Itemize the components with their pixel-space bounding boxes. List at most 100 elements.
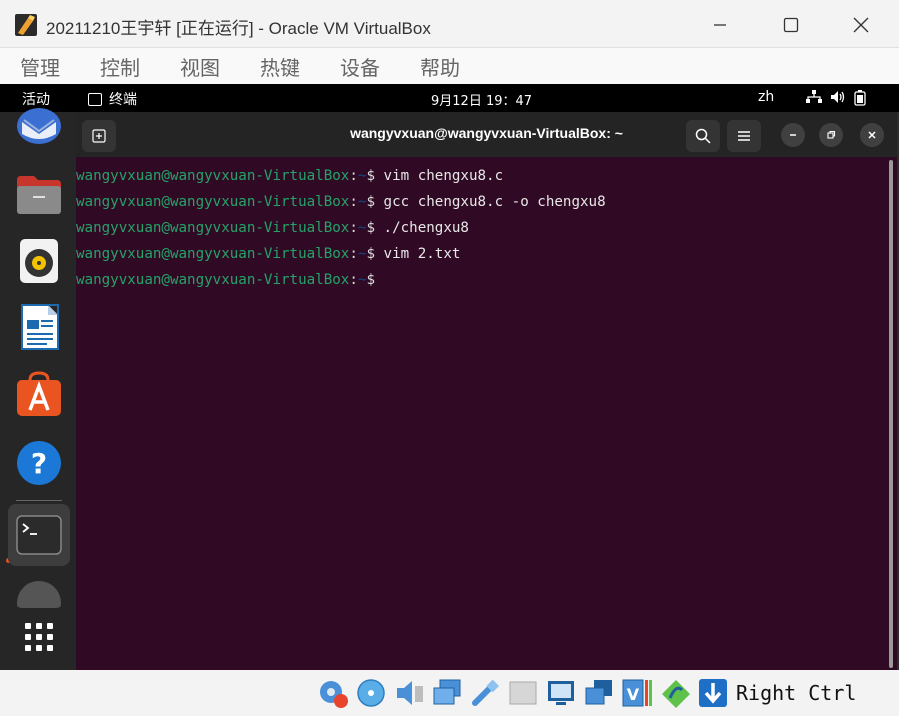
minimize-icon xyxy=(790,134,796,136)
prompt-separator: : xyxy=(349,272,358,288)
terminal-line: wangyvxuan@wangyvxuan-VirtualBox:~$ gcc … xyxy=(76,189,886,215)
menu-help[interactable]: 帮助 xyxy=(420,52,460,81)
dock-rhythmbox[interactable] xyxy=(14,236,64,286)
prompt-symbol: $ xyxy=(366,220,384,236)
close-button[interactable] xyxy=(836,8,886,42)
dock-show-apps[interactable] xyxy=(14,612,64,662)
search-icon xyxy=(695,128,711,144)
dock-app-center[interactable] xyxy=(14,370,64,420)
network-adapter-icon[interactable] xyxy=(432,678,462,708)
prompt-user-host: wangyvxuan@wangyvxuan-VirtualBox xyxy=(76,246,350,262)
maximize-icon xyxy=(783,17,799,33)
dock-libreoffice-writer[interactable] xyxy=(14,302,64,352)
menu-manage[interactable]: 管理 xyxy=(20,52,60,81)
show-apps-icon xyxy=(25,623,53,651)
guest-display[interactable]: 活动 终端 9月12日 19：47 zh ? wangyvxuan@wangyv… xyxy=(0,84,899,670)
terminal-icon xyxy=(16,515,62,555)
volume-icon xyxy=(831,91,845,103)
svg-text:V: V xyxy=(627,685,640,704)
menu-view[interactable]: 视图 xyxy=(180,52,220,81)
prompt-separator: : xyxy=(349,220,358,236)
thunderbird-icon xyxy=(17,108,61,144)
prompt-symbol: $ xyxy=(366,246,384,262)
minimize-button[interactable] xyxy=(695,8,745,42)
ubuntu-topbar: 活动 终端 9月12日 19：47 zh xyxy=(0,84,899,112)
search-button[interactable] xyxy=(686,120,720,152)
optical-drive-icon[interactable] xyxy=(356,678,386,708)
host-key-label: Right Ctrl xyxy=(736,681,857,705)
terminal-minimize-button[interactable] xyxy=(781,123,805,147)
minimize-icon xyxy=(714,24,726,26)
menu-control[interactable]: 控制 xyxy=(100,52,140,81)
mouse-integration-icon[interactable] xyxy=(660,678,690,708)
terminal-output[interactable]: wangyvxuan@wangyvxuan-VirtualBox:~$ vim … xyxy=(76,163,886,293)
prompt-symbol: $ xyxy=(366,194,384,210)
terminal-headerbar[interactable]: wangyvxuan@wangyvxuan-VirtualBox: ~ xyxy=(76,112,897,157)
dock-separator xyxy=(16,500,62,501)
menu-hotkeys[interactable]: 热键 xyxy=(260,52,300,81)
system-tray[interactable] xyxy=(806,90,866,106)
restore-icon xyxy=(827,130,836,139)
terminal-line: wangyvxuan@wangyvxuan-VirtualBox:~$ vim … xyxy=(76,163,886,189)
virtualization-icon[interactable]: V xyxy=(622,678,652,708)
terminal-scrollbar[interactable] xyxy=(889,160,893,668)
command-text: vim chengxu8.c xyxy=(383,168,504,184)
virtualbox-app-icon xyxy=(14,13,38,37)
terminal-close-button[interactable] xyxy=(860,123,884,147)
window-title: 20211210王宇轩 [正在运行] - Oracle VM VirtualBo… xyxy=(46,19,431,38)
prompt-user-host: wangyvxuan@wangyvxuan-VirtualBox xyxy=(76,220,350,236)
terminal-mini-icon xyxy=(88,92,102,106)
ubuntu-dock: ? xyxy=(0,108,76,670)
terminal-line: wangyvxuan@wangyvxuan-VirtualBox:~$ vim … xyxy=(76,241,886,267)
dock-files[interactable] xyxy=(14,170,64,220)
app-center-icon xyxy=(17,371,61,416)
close-icon xyxy=(853,17,869,33)
prompt-user-host: wangyvxuan@wangyvxuan-VirtualBox xyxy=(76,272,350,288)
rhythmbox-icon xyxy=(20,239,58,283)
dock-thunderbird[interactable] xyxy=(14,104,64,154)
prompt-symbol: $ xyxy=(366,272,375,288)
prompt-separator: : xyxy=(349,246,358,262)
audio-icon[interactable] xyxy=(394,678,424,708)
input-method-indicator[interactable]: zh xyxy=(758,89,774,105)
dock-terminal[interactable] xyxy=(8,504,70,566)
hard-disk-icon[interactable] xyxy=(318,678,348,708)
app-menu[interactable]: 终端 xyxy=(88,89,137,109)
close-icon xyxy=(868,131,876,139)
dock-help[interactable]: ? xyxy=(14,438,64,488)
keyboard-capture-icon[interactable] xyxy=(698,678,728,708)
files-icon xyxy=(17,176,61,214)
svg-text:?: ? xyxy=(31,447,47,480)
shared-folders-icon[interactable] xyxy=(508,678,538,708)
display-icon[interactable] xyxy=(546,678,576,708)
dock-disc[interactable] xyxy=(14,578,64,608)
battery-icon xyxy=(854,90,866,106)
command-text: vim 2.txt xyxy=(383,246,461,262)
prompt-user-host: wangyvxuan@wangyvxuan-VirtualBox xyxy=(76,194,350,210)
terminal-line: wangyvxuan@wangyvxuan-VirtualBox:~$ ./ch… xyxy=(76,215,886,241)
terminal-line-current[interactable]: wangyvxuan@wangyvxuan-VirtualBox:~$ xyxy=(76,267,886,293)
usb-icon[interactable] xyxy=(470,678,500,708)
prompt-separator: : xyxy=(349,194,358,210)
menu-devices[interactable]: 设备 xyxy=(340,52,380,81)
recording-icon[interactable] xyxy=(584,678,614,708)
terminal-restore-button[interactable] xyxy=(819,123,843,147)
vbox-menubar: 管理 控制 视图 热键 设备 帮助 xyxy=(0,48,899,84)
network-icon xyxy=(806,90,822,103)
command-text: gcc chengxu8.c -o chengxu8 xyxy=(383,194,606,210)
hamburger-icon xyxy=(738,131,750,141)
prompt-separator: : xyxy=(349,168,358,184)
clock[interactable]: 9月12日 19：47 xyxy=(431,90,532,109)
command-text: ./chengxu8 xyxy=(383,220,469,236)
terminal-title: wangyvxuan@wangyvxuan-VirtualBox: ~ xyxy=(350,125,623,141)
terminal-window[interactable]: wangyvxuan@wangyvxuan-VirtualBox: ~ wang… xyxy=(76,112,897,670)
prompt-symbol: $ xyxy=(366,168,384,184)
prompt-user-host: wangyvxuan@wangyvxuan-VirtualBox xyxy=(76,168,350,184)
libreoffice-writer-icon xyxy=(21,304,59,350)
vbox-statusbar: V Right Ctrl xyxy=(0,670,899,716)
disc-icon xyxy=(17,581,61,608)
maximize-button[interactable] xyxy=(766,8,816,42)
app-name-label: 终端 xyxy=(109,92,137,108)
hamburger-menu-button[interactable] xyxy=(727,120,761,152)
help-icon: ? xyxy=(17,441,61,485)
